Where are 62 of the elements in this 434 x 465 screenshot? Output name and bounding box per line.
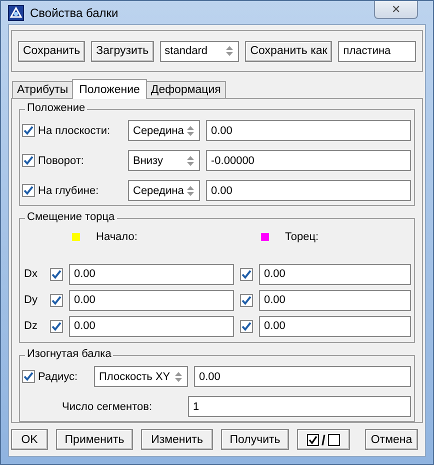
- segments-field[interactable]: 1: [188, 396, 411, 417]
- save-button[interactable]: Сохранить: [18, 40, 86, 62]
- spin-arrows-icon: [187, 156, 194, 166]
- get-button[interactable]: Получить: [221, 429, 289, 450]
- apply-button[interactable]: Применить: [56, 429, 133, 450]
- checkbox[interactable]: [22, 184, 35, 197]
- checkbox[interactable]: [22, 124, 35, 137]
- offset-field[interactable]: 0.00: [69, 316, 234, 336]
- offset-field[interactable]: 0.00: [259, 316, 411, 336]
- column-label: Торец:: [285, 231, 319, 243]
- value-field[interactable]: 0.00: [206, 120, 411, 141]
- name-field[interactable]: пластина: [338, 40, 416, 62]
- axis-label: Dx: [23, 268, 38, 280]
- checkbox[interactable]: [240, 268, 253, 280]
- ok-button[interactable]: OK: [11, 429, 48, 450]
- spin-arrows-icon: [226, 46, 234, 56]
- checkbox[interactable]: [50, 268, 63, 280]
- value-field[interactable]: -0.00000: [206, 150, 411, 171]
- cancel-button[interactable]: Отмена: [365, 429, 418, 450]
- axis-label: Dz: [23, 320, 38, 332]
- checkbox[interactable]: [50, 294, 63, 306]
- radius-field[interactable]: 0.00: [194, 366, 411, 387]
- offset-field[interactable]: 0.00: [259, 290, 411, 310]
- app-icon: [8, 4, 24, 20]
- offset-field[interactable]: 0.00: [259, 264, 411, 284]
- checkbox[interactable]: [50, 320, 63, 332]
- spin-arrows-icon: [187, 186, 194, 196]
- tab[interactable]: Положение: [72, 79, 147, 99]
- field-label: На глубине:: [38, 184, 99, 196]
- value-field[interactable]: 0.00: [206, 180, 411, 201]
- alignment-dropdown[interactable]: Середина: [128, 120, 200, 141]
- toggle-all-button[interactable]: /: [297, 429, 350, 450]
- group-title: Положение: [25, 102, 88, 114]
- field-label: Число сегментов:: [62, 400, 152, 412]
- window-title: Свойства балки: [30, 6, 118, 20]
- checkbox[interactable]: [22, 370, 35, 383]
- save-as-button[interactable]: Сохранить как: [245, 40, 332, 62]
- spin-arrows-icon: [187, 126, 194, 136]
- group-title: Изогнутая балка: [25, 348, 114, 360]
- alignment-dropdown[interactable]: Середина: [128, 180, 200, 201]
- tab[interactable]: Атрибуты: [12, 81, 74, 98]
- offset-field[interactable]: 0.00: [69, 264, 234, 284]
- empty-box-icon: [328, 434, 340, 446]
- modify-button[interactable]: Изменить: [141, 429, 213, 450]
- plane-dropdown[interactable]: Плоскость XY: [94, 366, 188, 387]
- tab[interactable]: Деформация: [146, 81, 226, 98]
- preset-dropdown[interactable]: standard: [160, 40, 240, 62]
- checkbox[interactable]: [22, 154, 35, 167]
- checkbox[interactable]: [240, 294, 253, 306]
- field-label: Поворот:: [38, 154, 84, 166]
- field-label: Радиус:: [38, 370, 78, 382]
- column-label: Начало:: [96, 231, 138, 243]
- spin-arrows-icon: [175, 372, 182, 382]
- alignment-dropdown[interactable]: Внизу: [128, 150, 200, 171]
- axis-label: Dy: [23, 294, 38, 306]
- checkbox[interactable]: [240, 320, 253, 332]
- load-button[interactable]: Загрузить: [91, 40, 154, 62]
- group-title: Смещение торца: [25, 211, 117, 223]
- offset-field[interactable]: 0.00: [69, 290, 234, 310]
- field-label: На плоскости:: [38, 124, 110, 136]
- close-button[interactable]: ✕: [374, 1, 418, 19]
- checked-box-icon: [306, 434, 319, 446]
